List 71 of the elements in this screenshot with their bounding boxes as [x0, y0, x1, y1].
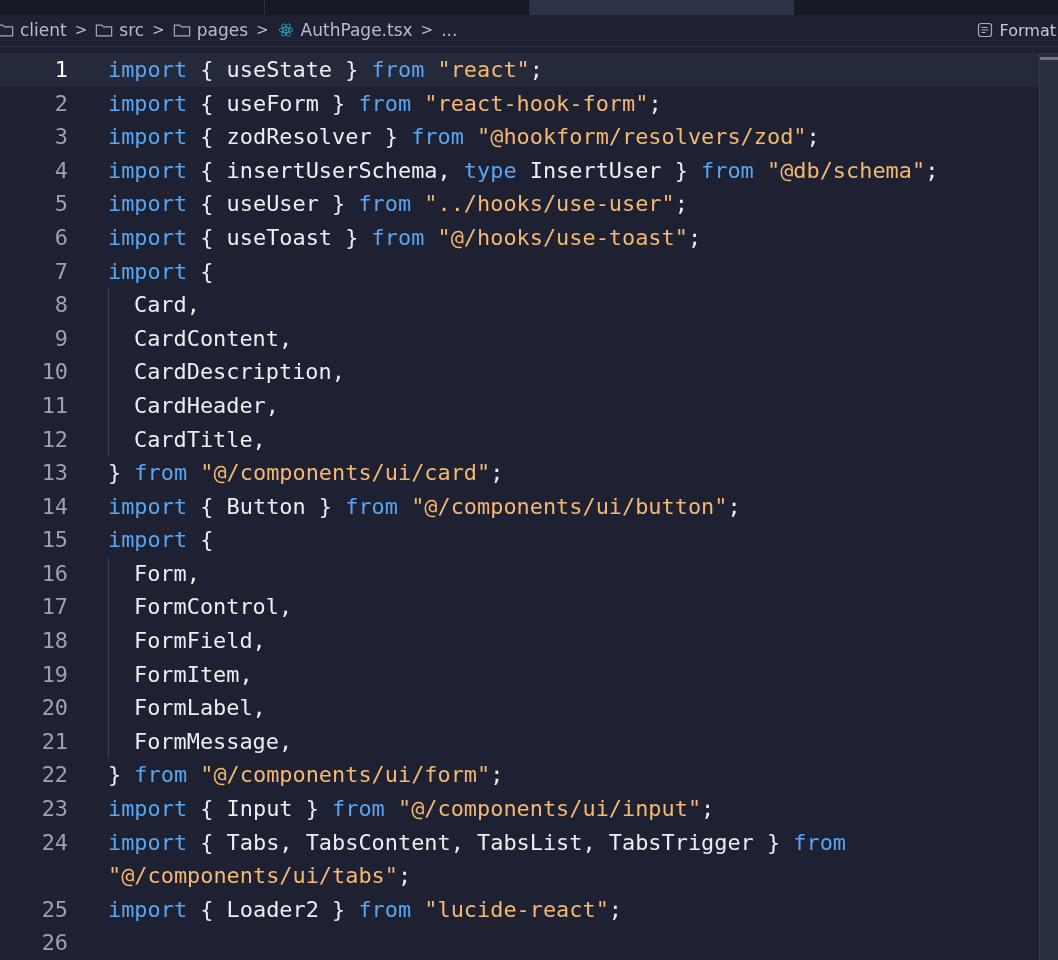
atom-icon	[276, 22, 295, 39]
breadcrumb-item[interactable]: client	[20, 20, 67, 41]
line-number: 13	[40, 459, 68, 488]
document-icon	[976, 22, 993, 39]
editor-tab[interactable]	[794, 0, 1058, 15]
code-line: import { Input } from "@/components/ui/input";	[108, 795, 715, 824]
code-line: import { Loader2 } from "lucide-react";	[108, 895, 623, 924]
line-number: 3	[53, 123, 68, 152]
line-number: 23	[40, 795, 68, 824]
code-line: } from "@/components/ui/form";	[108, 761, 504, 790]
code-line: CardContent,	[134, 324, 293, 353]
breadcrumb-item[interactable]: AuthPage.tsx	[300, 20, 413, 41]
line-number: 19	[40, 660, 68, 689]
line-number: 2	[53, 89, 68, 118]
line-number: 7	[53, 257, 68, 286]
line-number: 18	[40, 627, 68, 656]
code-line: import { useToast } from "@/hooks/use-toast";	[108, 223, 702, 252]
breadcrumb-separator: >	[152, 21, 165, 40]
code-line: FormLabel,	[134, 694, 266, 723]
code-line: } from "@/components/ui/card";	[108, 459, 504, 488]
code-line: import { useState } from "react";	[108, 55, 543, 84]
line-number: 4	[53, 156, 68, 185]
line-number: 12	[40, 425, 68, 454]
editor-tab[interactable]	[0, 0, 264, 15]
breadcrumb-item[interactable]: pages	[196, 20, 248, 41]
code-line: import { insertUserSchema, type InsertUser } from "@db/schema";	[108, 156, 939, 185]
line-number: 14	[40, 492, 68, 521]
code-line: FormItem,	[134, 660, 253, 689]
code-line: import {	[108, 526, 214, 555]
code-line: CardDescription,	[134, 358, 345, 387]
format-button[interactable]: Format	[976, 20, 1056, 40]
line-number: 20	[40, 694, 68, 723]
line-number: 9	[53, 324, 68, 353]
scrollbar[interactable]	[1039, 52, 1058, 960]
code-line: FormControl,	[134, 593, 293, 622]
code-line: import { Button } from "@/components/ui/button";	[108, 492, 741, 521]
breadcrumb-separator: >	[74, 21, 88, 40]
line-number: 16	[40, 559, 68, 588]
breadcrumb-separator: >	[420, 21, 434, 40]
code-line: CardTitle,	[134, 425, 266, 454]
line-number: 21	[40, 727, 68, 756]
folder-icon	[0, 22, 14, 39]
folder-icon	[95, 22, 114, 39]
code-line: FormMessage,	[134, 727, 293, 756]
code-line: CardHeader,	[134, 391, 279, 420]
code-line: import { zodResolver } from "@hookform/resolvers/zod";	[108, 123, 820, 152]
folder-icon	[172, 22, 191, 39]
line-number: 10	[40, 358, 68, 387]
code-line: Form,	[134, 559, 200, 588]
line-number: 5	[53, 190, 68, 219]
line-number: 1	[53, 55, 68, 84]
line-number: 25	[40, 895, 68, 924]
line-number: 24	[40, 828, 68, 857]
code-line: FormField,	[134, 627, 266, 656]
code-line: Card,	[134, 291, 200, 320]
code-line: import { useUser } from "../hooks/use-user";	[108, 190, 688, 219]
line-number: 17	[40, 593, 68, 622]
editor-tab[interactable]	[529, 0, 794, 15]
breadcrumb-separator: >	[256, 21, 269, 40]
code-line: import { useForm } from "react-hook-form";	[108, 89, 662, 118]
line-number: 15	[40, 526, 68, 555]
line-number: 22	[40, 761, 68, 790]
breadcrumb-item[interactable]: ...	[441, 20, 458, 41]
code-line: import {	[108, 257, 214, 286]
line-number: 6	[53, 223, 68, 252]
line-number: 8	[53, 291, 68, 320]
line-number: 26	[40, 929, 68, 958]
line-number: 11	[40, 391, 68, 420]
editor-tab[interactable]	[264, 0, 529, 15]
code-line: import { Tabs, TabsContent, TabsList, TabsTrigger } from "@/components/ui/tabs";	[108, 828, 848, 891]
breadcrumb-item[interactable]: src	[119, 20, 145, 41]
